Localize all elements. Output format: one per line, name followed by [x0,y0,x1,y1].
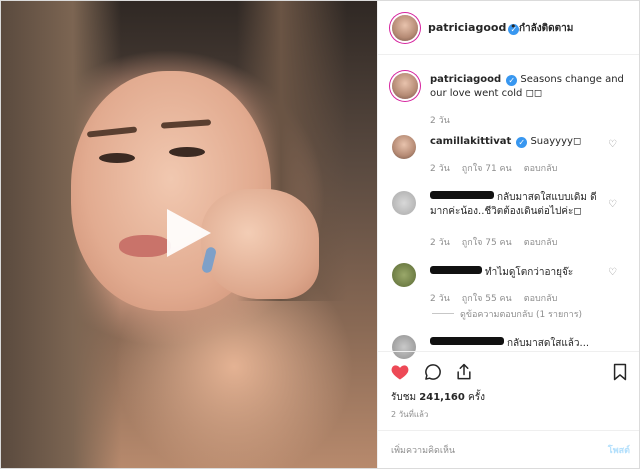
post-button[interactable]: โพสต์ [608,443,630,457]
view-count[interactable]: รับชม 241,160 ครั้ง [391,390,485,405]
reply-button[interactable]: ตอบกลับ [524,164,558,174]
redacted-username [430,266,482,274]
comment-avatar[interactable] [392,135,416,159]
comment: กลับมาสดใสแบบเดิม ดีมากค่ะน้อง..ชีวิตต้อ… [430,191,597,217]
comment-like-icon[interactable]: ♡ [608,267,617,278]
reply-button[interactable]: ตอบกลับ [524,294,558,304]
post-date: 2 วันที่แล้ว [391,410,429,419]
comment-meta: 2 วัน ถูกใจ 71 คน ตอบกลับ [430,164,558,174]
bookmark-icon[interactable] [610,362,630,382]
comment-likes[interactable]: ถูกใจ 75 คน [462,238,512,248]
comment-likes[interactable]: ถูกใจ 55 คน [462,294,512,304]
comment: camillakittivat ✓ Suayyyy◻ [430,136,582,148]
comment-like-icon[interactable]: ♡ [608,199,617,210]
post-side-panel: patriciagood ✓ • กำลังติดตาม patriciagood… [377,1,639,468]
caption-username[interactable]: patriciagood [430,74,501,85]
heart-icon[interactable] [390,362,410,382]
comment-likes[interactable]: ถูกใจ 71 คน [462,164,512,174]
comment: กลับมาสดใสแล้ว... [430,337,615,351]
add-comment-bar: เพิ่มความคิดเห็น โพสต์ [378,430,639,468]
following-button[interactable]: กำลังติดตาม [519,21,573,36]
comment-input[interactable]: เพิ่มความคิดเห็น [391,443,455,457]
post-video[interactable] [1,1,377,468]
post-header: patriciagood ✓ • กำลังติดตาม [378,1,639,55]
comment-meta: 2 วัน ถูกใจ 55 คน ตอบกลับ [430,294,558,304]
header-username[interactable]: patriciagood ✓ [428,21,520,35]
comment-username[interactable]: camillakittivat [430,136,511,147]
instagram-post-modal: patriciagood ✓ • กำลังติดตาม patriciagood… [0,0,640,469]
view-replies-link[interactable]: ดูข้อความตอบกลับ (1 รายการ) [432,307,582,321]
comment: ทำไมดูโตกว่าอายุจ๊ะ [430,266,615,280]
comment-icon[interactable] [423,362,443,382]
comment-avatar[interactable] [392,263,416,287]
post-actions: รับชม 241,160 ครั้ง 2 วันที่แล้ว เพิ่มคว… [378,351,639,468]
caption-avatar[interactable] [392,73,418,99]
post-caption: patriciagood ✓ Seasons change and our lov… [430,74,624,99]
comment-like-icon[interactable]: ♡ [608,139,617,150]
share-icon[interactable] [454,362,474,382]
verified-icon: ✓ [516,137,528,148]
redacted-username [430,337,504,345]
comment-avatar[interactable] [392,191,416,215]
reply-button[interactable]: ตอบกลับ [524,238,558,248]
redacted-username [430,191,494,199]
header-separator: • [510,20,517,33]
comment-meta: 2 วัน ถูกใจ 75 คน ตอบกลับ [430,238,558,248]
verified-icon: ✓ [506,75,518,86]
caption-time: 2 วัน [430,116,450,126]
avatar[interactable] [392,15,418,41]
play-icon[interactable] [167,209,211,257]
